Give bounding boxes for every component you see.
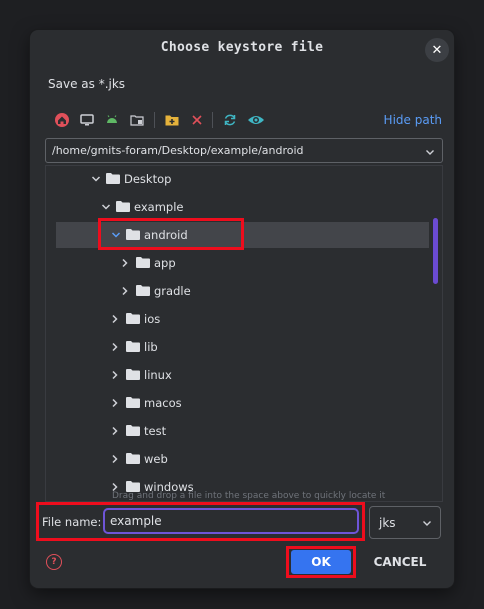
- folder-icon: [136, 285, 150, 296]
- folder-icon: [116, 201, 130, 212]
- tree-scrollbar[interactable]: [433, 218, 438, 284]
- toolbar-separator: [212, 112, 213, 128]
- chevron-right-icon[interactable]: [109, 369, 121, 381]
- file-name-highlight: [36, 502, 365, 541]
- chevron-right-icon[interactable]: [109, 341, 121, 353]
- delete-icon[interactable]: [187, 110, 207, 130]
- chevron-right-icon[interactable]: [109, 453, 121, 465]
- tree-row-label: lib: [144, 340, 158, 354]
- chevron-right-icon[interactable]: [109, 313, 121, 325]
- desktop-icon[interactable]: [77, 110, 97, 130]
- close-icon: ✕: [431, 42, 443, 58]
- chevron-down-icon[interactable]: [100, 201, 112, 213]
- android-row-highlight: [98, 218, 244, 250]
- close-button[interactable]: ✕: [425, 38, 449, 62]
- choose-keystore-dialog: Choose keystore file ✕ Save as *.jks Hid…: [30, 30, 454, 588]
- chevron-right-icon[interactable]: [109, 397, 121, 409]
- toolbar: Hide path: [50, 110, 442, 132]
- path-field-value: /home/gmits-foram/Desktop/example/androi…: [52, 144, 304, 157]
- tree-row-ios[interactable]: ios: [46, 306, 442, 332]
- android-icon[interactable]: [102, 110, 122, 130]
- folder-icon: [126, 369, 140, 380]
- file-tree[interactable]: Desktop example android app gradle ios l…: [45, 165, 443, 502]
- tree-row-label: Desktop: [124, 172, 172, 186]
- home-icon[interactable]: [52, 110, 72, 130]
- ok-button-highlight: [286, 546, 356, 578]
- tree-row-gradle[interactable]: gradle: [46, 278, 442, 304]
- tree-row-macos[interactable]: macos: [46, 390, 442, 416]
- chevron-right-icon[interactable]: [119, 257, 131, 269]
- folder-icon: [106, 173, 120, 184]
- folder-icon: [126, 453, 140, 464]
- tree-row-web[interactable]: web: [46, 446, 442, 472]
- folder-icon: [136, 257, 150, 268]
- tree-row-test[interactable]: test: [46, 418, 442, 444]
- folder-icon: [126, 397, 140, 408]
- chevron-down-icon[interactable]: [424, 143, 436, 162]
- dialog-subtitle: Save as *.jks: [48, 77, 126, 91]
- tree-row-label: ios: [144, 312, 161, 326]
- tree-row-desktop[interactable]: Desktop: [46, 166, 442, 192]
- tree-row-label: test: [144, 424, 167, 438]
- chevron-down-icon: [423, 521, 431, 526]
- chevron-right-icon[interactable]: [109, 425, 121, 437]
- extension-select[interactable]: jks: [369, 506, 441, 539]
- tree-row-lib[interactable]: lib: [46, 334, 442, 360]
- module-icon[interactable]: [127, 110, 147, 130]
- tree-row-label: linux: [144, 368, 172, 382]
- path-field[interactable]: /home/gmits-foram/Desktop/example/androi…: [45, 138, 443, 163]
- new-folder-icon[interactable]: [162, 110, 182, 130]
- cancel-button[interactable]: CANCEL: [368, 550, 432, 574]
- folder-icon: [126, 341, 140, 352]
- hide-path-link[interactable]: Hide path: [384, 113, 442, 127]
- tree-row-label: web: [144, 452, 168, 466]
- toolbar-separator: [154, 112, 155, 128]
- chevron-down-icon[interactable]: [90, 173, 102, 185]
- tree-row-label: app: [154, 256, 176, 270]
- tree-row-label: macos: [144, 396, 182, 410]
- drag-drop-hint: Drag and drop a file into the space abov…: [112, 491, 386, 501]
- show-hidden-icon[interactable]: [246, 110, 266, 130]
- help-icon[interactable]: ?: [46, 554, 62, 570]
- refresh-icon[interactable]: [220, 110, 240, 130]
- tree-row-app[interactable]: app: [46, 250, 442, 276]
- tree-row-label: example: [134, 200, 184, 214]
- folder-icon: [126, 313, 140, 324]
- chevron-right-icon[interactable]: [119, 285, 131, 297]
- tree-row-label: gradle: [154, 284, 191, 298]
- tree-row-example[interactable]: example: [46, 194, 442, 220]
- extension-select-value: jks: [379, 516, 396, 530]
- tree-row-linux[interactable]: linux: [46, 362, 442, 388]
- folder-icon: [126, 425, 140, 436]
- dialog-title: Choose keystore file: [160, 40, 324, 55]
